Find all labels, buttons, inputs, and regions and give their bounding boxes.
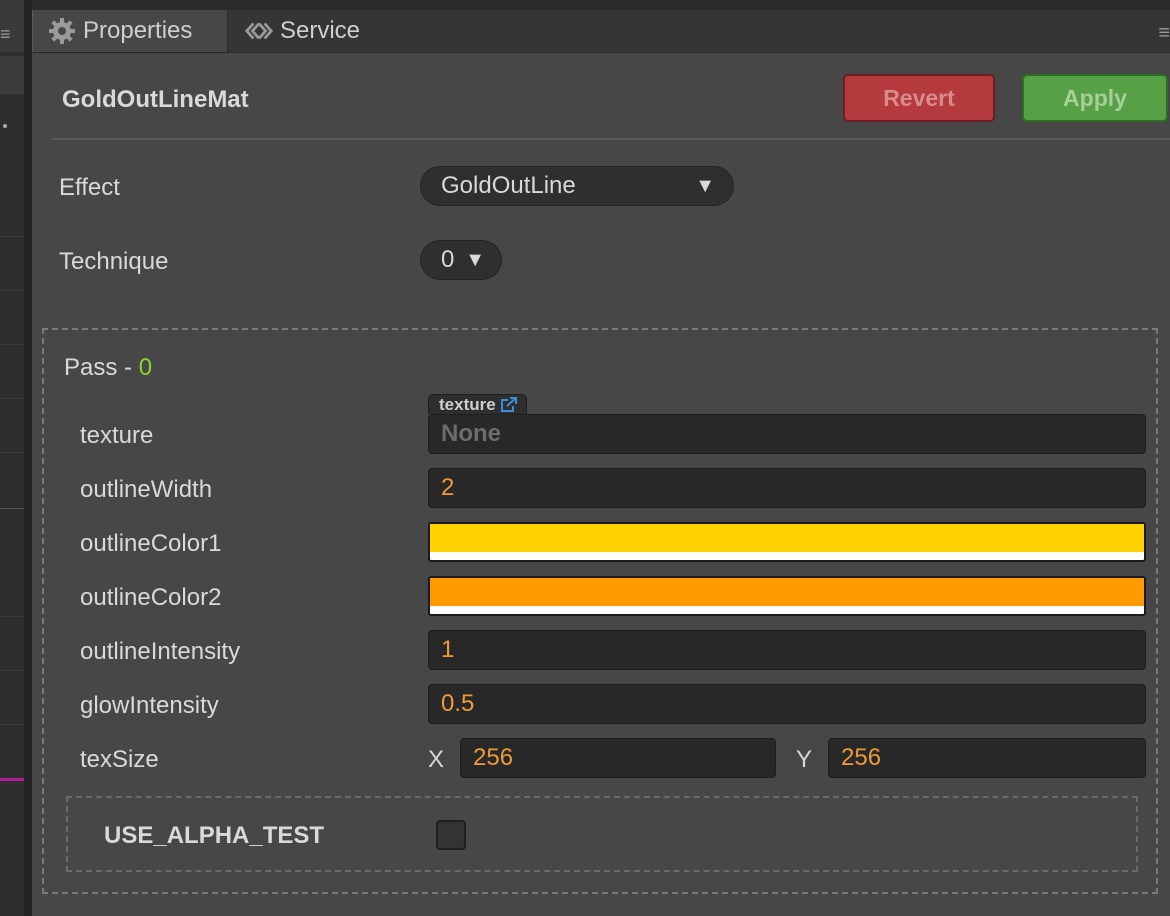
adjacent-panel-marker — [0, 778, 24, 781]
outline-color2-fill — [430, 578, 1144, 606]
adjacent-panel-line — [0, 724, 24, 725]
outline-color1-fill — [430, 524, 1144, 552]
asset-header: GoldOutLineMat Revert Apply — [52, 74, 1170, 140]
tab-properties-label: Properties — [83, 17, 193, 44]
effect-label: Effect — [59, 174, 120, 201]
texture-asset-tag[interactable]: texture — [428, 394, 527, 414]
use-alpha-test-checkbox[interactable] — [436, 820, 466, 850]
dropdown-arrow-icon: ▼ — [465, 248, 485, 271]
texture-field[interactable]: None — [428, 414, 1146, 454]
revert-button[interactable]: Revert — [843, 74, 995, 122]
define-section: USE_ALPHA_TEST — [66, 796, 1138, 872]
texture-tag-label: texture — [439, 394, 496, 414]
adjacent-panel-line — [0, 616, 24, 617]
adjacent-panel-strip: ≡ — [0, 0, 24, 916]
pass-title-prefix: Pass - — [64, 354, 139, 381]
outline-width-input[interactable]: 2 — [428, 468, 1146, 508]
adjacent-panel-line — [0, 670, 24, 671]
adjacent-panel-dot — [3, 124, 7, 128]
glow-intensity-label: glowIntensity — [80, 692, 219, 719]
tab-bar: Properties Service ≡ — [32, 10, 1170, 53]
effect-select[interactable]: GoldOutLine ▼ — [420, 166, 734, 206]
effect-select-value: GoldOutLine — [441, 172, 576, 199]
glow-intensity-input[interactable]: 0.5 — [428, 684, 1146, 724]
adjacent-panel-menu-icon[interactable]: ≡ — [0, 24, 11, 45]
outline-color2-swatch[interactable] — [428, 576, 1146, 616]
use-alpha-test-label: USE_ALPHA_TEST — [104, 822, 325, 849]
adjacent-panel-line — [0, 398, 24, 399]
adjacent-panel-line — [0, 508, 24, 509]
pass-index: 0 — [138, 354, 153, 381]
adjacent-panel-toolbar — [0, 56, 24, 94]
outline-color1-label: outlineColor1 — [80, 530, 222, 557]
dropdown-arrow-icon: ▼ — [695, 174, 715, 197]
panel-divider[interactable] — [24, 0, 32, 916]
outline-intensity-input[interactable]: 1 — [428, 630, 1146, 670]
asset-title: GoldOutLineMat — [62, 86, 249, 113]
technique-select[interactable]: 0 ▼ — [420, 240, 502, 280]
properties-panel: Properties Service ≡ GoldOutLineMat Reve… — [32, 10, 1170, 916]
tex-size-label: texSize — [80, 746, 159, 773]
pass-title: Pass - 0 — [64, 354, 152, 382]
technique-label: Technique — [59, 248, 169, 275]
apply-button[interactable]: Apply — [1022, 74, 1168, 122]
adjacent-panel-line — [0, 236, 24, 237]
external-link-icon[interactable] — [500, 396, 518, 413]
outline-intensity-label: outlineIntensity — [80, 638, 241, 665]
outline-color2-label: outlineColor2 — [80, 584, 222, 611]
outline-width-label: outlineWidth — [80, 476, 213, 503]
tab-service-label: Service — [280, 17, 361, 44]
tex-size-y-input[interactable]: 256 — [828, 738, 1146, 778]
tex-size-x-input[interactable]: 256 — [460, 738, 776, 778]
tex-size-x-label: X — [428, 746, 445, 773]
adjacent-panel-line — [0, 344, 24, 345]
tab-service[interactable]: Service — [244, 10, 360, 52]
texture-label: texture — [80, 422, 154, 449]
adjacent-panel-line — [0, 452, 24, 453]
panel-menu-icon[interactable]: ≡ — [1158, 22, 1170, 45]
tab-properties[interactable]: Properties — [32, 10, 228, 52]
outline-color1-swatch[interactable] — [428, 522, 1146, 562]
tex-size-y-label: Y — [796, 746, 813, 773]
gear-icon — [47, 16, 77, 46]
technique-select-value: 0 — [441, 246, 455, 273]
service-link-icon — [244, 16, 274, 46]
adjacent-panel-line — [0, 290, 24, 291]
pass-section: Pass - 0 texture texture None outlineWid… — [42, 328, 1158, 894]
